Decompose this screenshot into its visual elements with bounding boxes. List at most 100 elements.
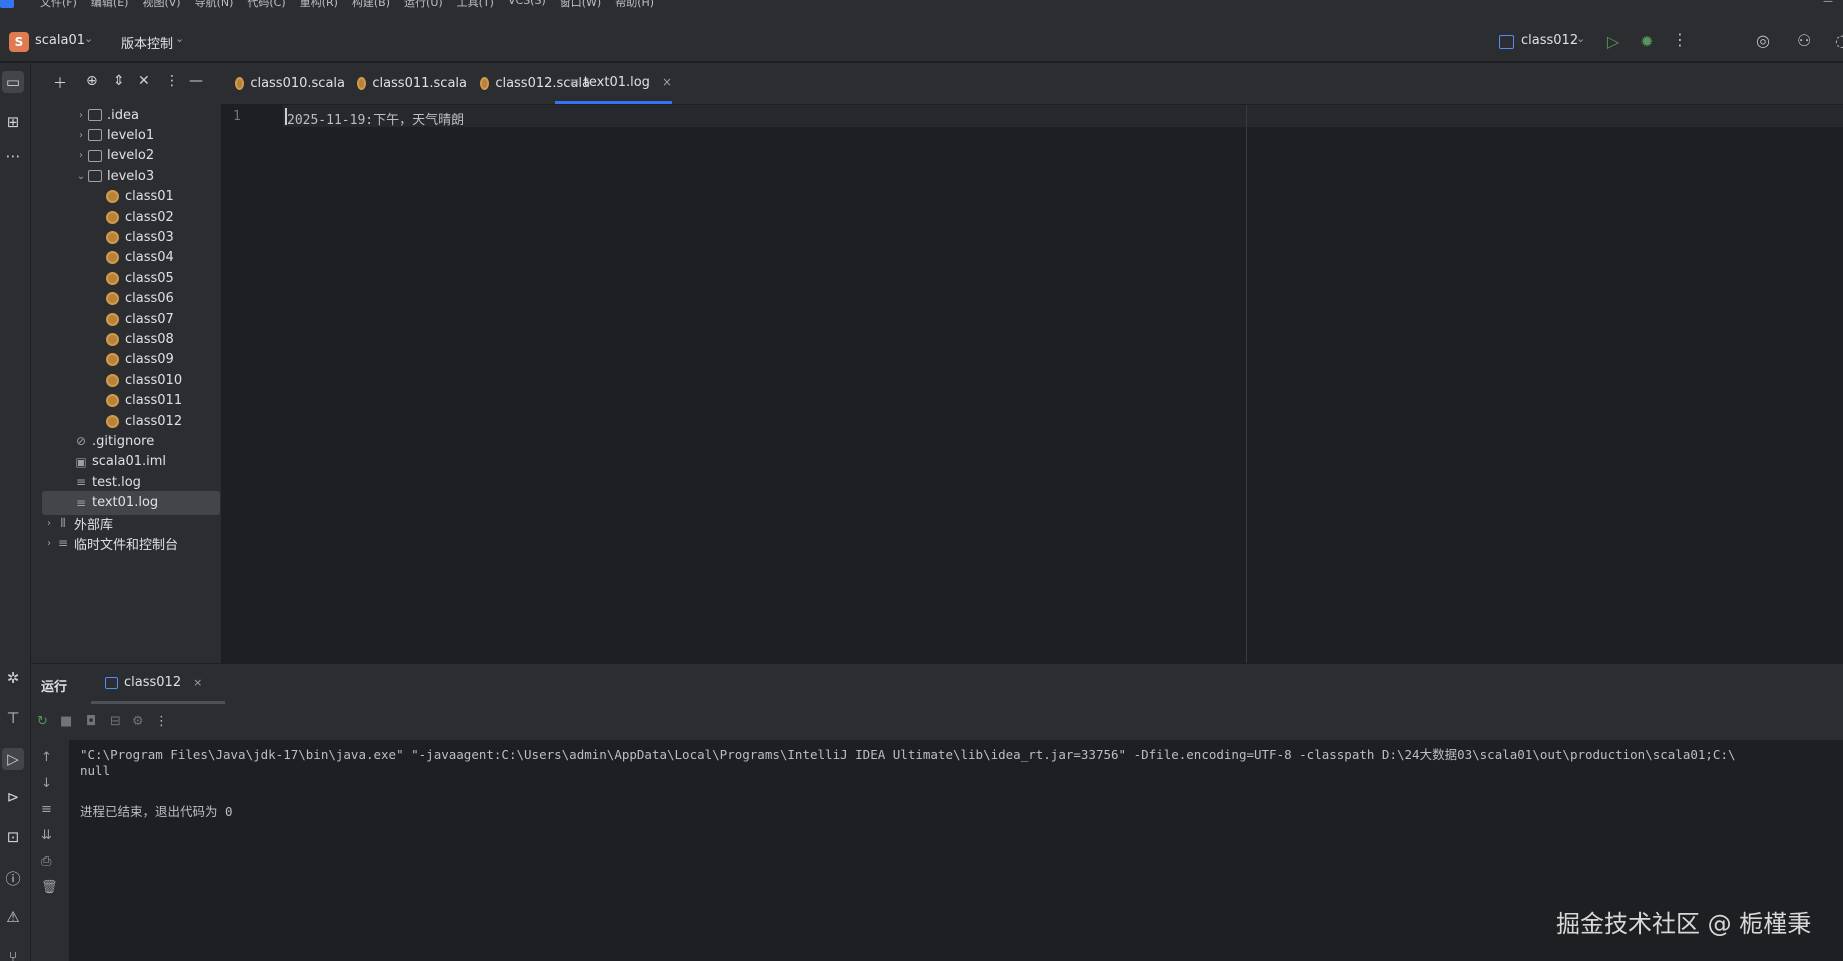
editor-tab-label: class010.scala <box>250 76 345 91</box>
run-tool-icon[interactable]: ▷ <box>2 748 24 770</box>
locate-icon[interactable]: ⊕ <box>86 73 98 89</box>
run-tab-label: class012 <box>124 675 182 690</box>
run-config-selector[interactable]: class012 <box>1521 33 1578 48</box>
camera-icon[interactable]: ◘ <box>86 714 96 729</box>
menu-item[interactable]: 导航(N) <box>195 0 234 10</box>
current-line-highlight <box>283 105 1843 127</box>
scala-class-icon <box>106 292 119 306</box>
tree-item-label: 临时文件和控制台 <box>74 537 179 553</box>
collapse-all-icon[interactable]: ✕ <box>138 73 150 89</box>
more-actions-icon[interactable]: ⋮ <box>155 714 168 729</box>
menu-item[interactable]: 构建(B) <box>352 0 390 10</box>
more-tools-icon[interactable]: ⋯ <box>2 145 24 167</box>
code-editor[interactable]: 1 2025-11-19:下午，天气晴朗 <box>221 105 1843 663</box>
add-icon[interactable]: ＋ <box>53 73 67 93</box>
run-icon[interactable]: ▷ <box>1601 30 1625 54</box>
line-number: 1 <box>233 109 241 124</box>
scroll-to-end-icon[interactable]: ⇊ <box>41 828 52 843</box>
scroll-down-icon[interactable]: ↓ <box>41 776 52 791</box>
trash-icon[interactable]: 🗑 <box>41 880 58 895</box>
scroll-up-icon[interactable]: ↑ <box>41 750 52 765</box>
menu-item[interactable]: 视图(V) <box>142 0 180 10</box>
tree-item[interactable]: › ≡ 临时文件和控制台 <box>42 531 220 555</box>
main-menu: 文件(F) 编辑(E) 视图(V) 导航(N) 代码(C) 重构(R) 构建(B) 运行(U)… <box>40 0 654 10</box>
scala-class-icon <box>106 190 119 204</box>
chevron-right-icon[interactable]: › <box>42 538 56 549</box>
project-name-button[interactable]: scala01 <box>35 33 85 48</box>
scala-class-icon <box>106 394 119 408</box>
chevron-down-icon[interactable]: ⌄ <box>84 32 93 45</box>
chevron-down-icon[interactable]: ⌄ <box>74 171 88 182</box>
debug-icon[interactable]: ✹ <box>1635 30 1659 54</box>
menu-item[interactable]: 编辑(E) <box>91 0 129 10</box>
structure-icon[interactable]: ⊞ <box>2 111 24 133</box>
tree-item-label: class07 <box>125 311 174 327</box>
chevron-right-icon[interactable]: › <box>74 130 88 141</box>
editor-tab-label: class011.scala <box>372 76 467 91</box>
menu-item[interactable]: 帮助(H) <box>615 0 654 10</box>
menu-item[interactable]: VCS(S) <box>508 0 546 10</box>
options-icon[interactable]: ⋮ <box>165 73 179 89</box>
rerun-icon[interactable]: ↻ <box>37 714 48 729</box>
tree-item-label: .idea <box>107 107 139 123</box>
chevron-down-icon[interactable]: ⌄ <box>175 32 184 45</box>
add-user-icon[interactable]: ⚇ <box>1797 31 1811 50</box>
warning-icon[interactable]: ⚠ <box>2 908 24 926</box>
services-icon[interactable]: ⊳ <box>2 788 24 806</box>
chevron-right-icon[interactable]: › <box>42 518 56 529</box>
tree-item-label: class011 <box>125 393 183 409</box>
tree-item-label: 外部库 <box>74 517 114 533</box>
expand-all-icon[interactable]: ⇕ <box>113 73 125 89</box>
tree-item-label: text01.log <box>92 495 159 511</box>
editor-tab[interactable]: ≡ text01.log × <box>555 63 672 104</box>
project-badge[interactable]: S <box>9 32 29 52</box>
ai-assistant-icon[interactable]: ◎ <box>1756 31 1770 50</box>
window-minimize-icon[interactable]: — <box>1823 0 1833 7</box>
editor-tab-label: text01.log <box>583 74 650 90</box>
search-icon[interactable]: ◌ <box>1835 31 1843 50</box>
debug-tool-icon[interactable]: ✲ <box>2 669 24 687</box>
right-margin-guide <box>1246 105 1247 663</box>
run-tab[interactable]: class012 × <box>91 664 225 704</box>
tree-item-label: class05 <box>125 270 174 286</box>
print-icon[interactable]: ⎙ <box>41 854 51 869</box>
menu-item[interactable]: 运行(U) <box>404 0 443 10</box>
chevron-right-icon[interactable]: › <box>74 110 88 121</box>
folder-icon <box>88 109 102 121</box>
run-config-icon <box>1499 35 1514 49</box>
menu-item[interactable]: 文件(F) <box>40 0 77 10</box>
close-icon[interactable]: × <box>193 676 202 689</box>
text-file-icon: ≡ <box>569 75 580 89</box>
run-panel-title: 运行 <box>41 680 68 695</box>
soft-wrap-icon[interactable]: ≡ <box>41 802 52 817</box>
settings-icon[interactable]: ⚙ <box>132 714 144 729</box>
editor-tab[interactable]: class010.scala <box>221 63 345 104</box>
terminal-icon[interactable]: ⊡ <box>2 828 24 846</box>
chevron-right-icon[interactable]: › <box>74 150 88 161</box>
scratch-icon: ≡ <box>57 536 69 551</box>
scala-class-icon <box>106 271 119 285</box>
menu-item[interactable]: 窗口(W) <box>560 0 601 10</box>
vcs-menu-button[interactable]: 版本控制 <box>121 33 173 52</box>
more-actions-icon[interactable]: ⋮ <box>1672 30 1688 49</box>
git-icon[interactable]: ⑂ <box>2 948 24 961</box>
console-line: 进程已结束，退出代码为 0 <box>80 804 233 819</box>
menu-item[interactable]: 工具(T) <box>457 0 494 10</box>
run-toolbar: ↻ ■ ◘ ⊟ ⚙ ⋮ <box>31 706 1843 740</box>
watermark: 掘金技术社区 @ 栀槿秉 <box>1556 910 1812 938</box>
tree-item-label: levelo1 <box>107 127 155 143</box>
editor-tab[interactable]: class011.scala <box>343 63 467 104</box>
editor-content[interactable]: 2025-11-19:下午，天气晴朗 <box>287 109 464 128</box>
close-icon[interactable]: × <box>662 75 672 89</box>
menu-item[interactable]: 重构(R) <box>300 0 338 10</box>
problems-icon[interactable]: ⓘ <box>2 868 24 889</box>
console-line: null <box>80 763 111 778</box>
hide-panel-icon[interactable]: — <box>189 73 203 89</box>
menu-item[interactable]: 代码(C) <box>247 0 285 10</box>
restore-layout-icon[interactable]: ⊟ <box>110 714 121 729</box>
build-hammer-icon[interactable]: ⊤ <box>2 709 24 727</box>
run-config-icon <box>105 676 118 689</box>
chevron-down-icon[interactable]: ⌄ <box>1576 32 1585 45</box>
project-folder-icon[interactable]: ▭ <box>2 71 24 93</box>
stop-icon[interactable]: ■ <box>60 714 72 729</box>
